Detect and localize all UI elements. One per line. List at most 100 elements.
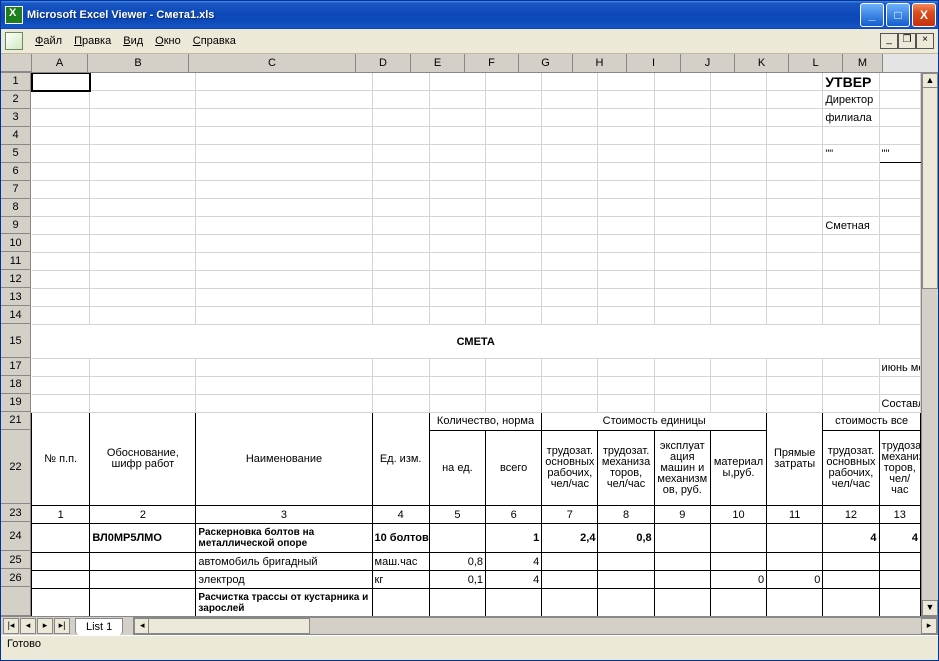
cell-H24[interactable]: 0,8 — [598, 524, 654, 553]
cell-A26[interactable] — [32, 571, 90, 589]
cell-K24[interactable] — [767, 524, 823, 553]
row-17[interactable]: 17 — [1, 358, 31, 376]
col-L[interactable]: L — [789, 54, 843, 72]
row-19[interactable]: 19 — [1, 394, 31, 412]
hdr-ekspl[interactable]: эксплуат ация машин и механизм ов, руб. — [654, 431, 710, 506]
row-1[interactable]: 1 — [1, 73, 31, 91]
sheet-tab-list1[interactable]: List 1 — [75, 618, 123, 635]
col-M[interactable]: M — [843, 54, 883, 72]
cell-F26[interactable]: 4 — [486, 571, 542, 589]
hdr-stoim[interactable]: Стоимость единицы — [542, 413, 767, 431]
num-12[interactable]: 12 — [823, 506, 879, 524]
hdr-naed[interactable]: на ед. — [429, 431, 485, 506]
cell-K26[interactable]: 0 — [767, 571, 823, 589]
row-8[interactable]: 8 — [1, 199, 31, 217]
row-13[interactable]: 13 — [1, 288, 31, 306]
row-26[interactable]: 26 — [1, 569, 31, 587]
col-C[interactable]: C — [189, 54, 356, 72]
row-21[interactable]: 21 — [1, 412, 31, 430]
row-6[interactable]: 6 — [1, 163, 31, 181]
vscroll-thumb[interactable] — [922, 87, 938, 289]
menu-window[interactable]: Окно — [149, 33, 187, 49]
tab-first-button[interactable]: |◂ — [3, 618, 19, 634]
menu-help[interactable]: Справка — [187, 33, 242, 49]
cell-E24[interactable] — [429, 524, 485, 553]
cell-G24[interactable]: 2,4 — [542, 524, 598, 553]
col-H[interactable]: H — [573, 54, 627, 72]
cell-L1[interactable]: УТВЕР — [823, 73, 879, 91]
hdr-naim[interactable]: Наименование — [196, 413, 372, 506]
tab-last-button[interactable]: ▸| — [54, 618, 70, 634]
num-11[interactable]: 11 — [767, 506, 823, 524]
menu-edit[interactable]: Правка — [68, 33, 117, 49]
tab-next-button[interactable]: ▸ — [37, 618, 53, 634]
cell-A1[interactable] — [32, 73, 90, 91]
cell-A25[interactable] — [32, 553, 90, 571]
close-button[interactable]: X — [912, 3, 936, 27]
cell-C27[interactable]: Расчистка трассы от кустарника и заросле… — [196, 589, 372, 617]
row-25[interactable]: 25 — [1, 551, 31, 569]
mdi-restore[interactable]: ❐ — [898, 33, 916, 49]
hdr-pryam[interactable]: Прямые затраты — [767, 413, 823, 506]
hdr-mat[interactable]: материал ы,руб. — [710, 431, 766, 506]
minimize-button[interactable]: _ — [860, 3, 884, 27]
hdr-tr-osn[interactable]: трудозат. основных рабочих, чел/час — [542, 431, 598, 506]
num-4[interactable]: 4 — [372, 506, 429, 524]
cell-D25[interactable]: маш.час — [372, 553, 429, 571]
row-18[interactable]: 18 — [1, 376, 31, 394]
mdi-close[interactable]: × — [916, 33, 934, 49]
hdr-vsego[interactable]: всего — [486, 431, 542, 506]
maximize-button[interactable]: □ — [886, 3, 910, 27]
col-F[interactable]: F — [465, 54, 519, 72]
cell-L24[interactable]: 4 — [823, 524, 879, 553]
row-22[interactable]: 22 — [1, 430, 31, 505]
row-27[interactable] — [1, 587, 31, 616]
cell-I24[interactable] — [654, 524, 710, 553]
select-all-corner[interactable] — [1, 54, 32, 72]
cell-C26[interactable]: электрод — [196, 571, 372, 589]
row-11[interactable]: 11 — [1, 252, 31, 270]
cell-F25[interactable]: 4 — [486, 553, 542, 571]
num-3[interactable]: 3 — [196, 506, 372, 524]
num-9[interactable]: 9 — [654, 506, 710, 524]
cell-L5[interactable]: "" — [823, 145, 879, 163]
cell-J24[interactable] — [710, 524, 766, 553]
cell-F24[interactable]: 1 — [486, 524, 542, 553]
hdr-tr-osn-2[interactable]: трудозат. основных рабочих, чел/час — [823, 431, 879, 506]
cell-J26[interactable]: 0 — [710, 571, 766, 589]
cell-M17[interactable]: июнь ме — [879, 359, 920, 377]
hdr-stoim-vse[interactable]: стоимость все — [823, 413, 921, 431]
col-D[interactable]: D — [356, 54, 411, 72]
hdr-tr-mex[interactable]: трудозат. механиза торов, чел/час — [598, 431, 654, 506]
scroll-right-button[interactable]: ▸ — [921, 618, 937, 634]
num-13[interactable]: 13 — [879, 506, 920, 524]
scroll-down-button[interactable]: ▼ — [922, 600, 938, 616]
cell-M19[interactable]: Составле — [879, 395, 920, 413]
col-B[interactable]: B — [88, 54, 189, 72]
mdi-minimize[interactable]: _ — [880, 33, 898, 49]
cell-L9[interactable]: Сметная — [823, 217, 879, 235]
cell-E25[interactable]: 0,8 — [429, 553, 485, 571]
col-J[interactable]: J — [681, 54, 735, 72]
cell-B26[interactable] — [90, 571, 196, 589]
hdr-npp[interactable]: № п.п. — [32, 413, 90, 506]
cell-C24[interactable]: Раскерновка болтов на металлической опор… — [196, 524, 372, 553]
hdr-tr-mex-2[interactable]: трудозат. механиза торов, чел/час — [879, 431, 920, 506]
num-1[interactable]: 1 — [32, 506, 90, 524]
row-12[interactable]: 12 — [1, 270, 31, 288]
menu-view[interactable]: Вид — [117, 33, 149, 49]
cell-A24[interactable] — [32, 524, 90, 553]
row-9[interactable]: 9 — [1, 217, 31, 235]
num-6[interactable]: 6 — [486, 506, 542, 524]
row-5[interactable]: 5 — [1, 145, 31, 163]
num-2[interactable]: 2 — [90, 506, 196, 524]
col-G[interactable]: G — [519, 54, 573, 72]
cell-M5[interactable]: "" — [879, 145, 920, 163]
cell-E26[interactable]: 0,1 — [429, 571, 485, 589]
cell-D26[interactable]: кг — [372, 571, 429, 589]
cell-L2[interactable]: Директор — [823, 91, 879, 109]
cell-M24[interactable]: 4 — [879, 524, 920, 553]
row-24[interactable]: 24 — [1, 522, 31, 551]
row-2[interactable]: 2 — [1, 91, 31, 109]
menu-file[interactable]: Файл — [29, 33, 68, 49]
